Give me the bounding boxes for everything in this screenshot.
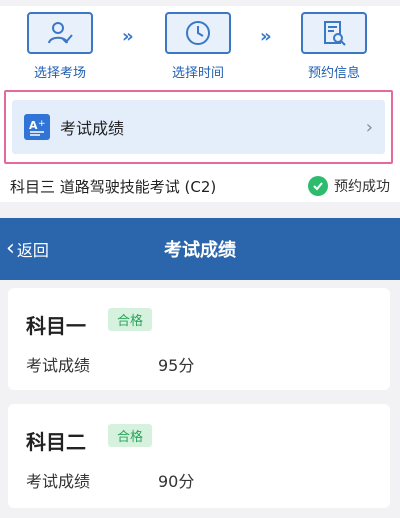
score-entry-highlight: A + 考试成绩 › bbox=[4, 90, 393, 164]
svg-text:+: + bbox=[38, 119, 46, 129]
booking-panel: 选择考场 » 选择时间 » 预约信息 A + 考试成绩 › 科目三 道路驾驶技能… bbox=[0, 0, 400, 202]
results-header: 考试成绩 ‹ 返回 bbox=[0, 218, 400, 280]
user-check-icon bbox=[27, 12, 93, 54]
step-booking-info[interactable]: 预约信息 bbox=[294, 12, 374, 81]
chevron-right-icon: › bbox=[365, 116, 373, 138]
chevron-left-icon: ‹ bbox=[6, 236, 15, 261]
result-card-subject-2: 科目二 合格 考试成绩 90分 bbox=[8, 404, 390, 508]
pass-badge: 合格 bbox=[108, 308, 153, 331]
score-entry-label: 考试成绩 bbox=[60, 119, 125, 138]
exam-info-row: 科目三 道路驾驶技能考试 (C2) 预约成功 bbox=[0, 172, 400, 200]
step-select-venue[interactable]: 选择考场 bbox=[20, 12, 100, 81]
step-separator-icon: » bbox=[122, 26, 133, 47]
score-value: 95分 bbox=[158, 356, 195, 375]
page-title: 考试成绩 bbox=[164, 240, 236, 261]
document-search-icon bbox=[301, 12, 367, 54]
clock-icon bbox=[165, 12, 231, 54]
score-label: 考试成绩 bbox=[26, 472, 91, 491]
step-label: 选择考场 bbox=[33, 66, 86, 81]
exam-title: 科目三 道路驾驶技能考试 (C2) bbox=[10, 177, 217, 196]
check-circle-icon bbox=[308, 176, 328, 196]
step-separator-icon: » bbox=[260, 26, 271, 47]
booking-status: 预约成功 bbox=[308, 176, 390, 196]
score-value: 90分 bbox=[158, 472, 195, 491]
back-label: 返回 bbox=[16, 241, 49, 260]
step-label: 选择时间 bbox=[171, 66, 224, 81]
result-card-subject-1: 科目一 合格 考试成绩 95分 bbox=[8, 288, 390, 390]
pass-badge: 合格 bbox=[108, 424, 153, 447]
top-divider bbox=[0, 0, 400, 6]
status-text: 预约成功 bbox=[334, 179, 390, 195]
score-label: 考试成绩 bbox=[26, 356, 91, 375]
exam-score-entry[interactable]: A + 考试成绩 › bbox=[12, 100, 385, 154]
subject-name: 科目一 bbox=[26, 314, 86, 338]
back-button[interactable]: ‹ 返回 bbox=[6, 218, 49, 280]
subject-name: 科目二 bbox=[26, 430, 86, 454]
step-label: 预约信息 bbox=[307, 66, 360, 81]
grade-icon: A + bbox=[24, 114, 50, 140]
svg-text:A: A bbox=[29, 119, 38, 132]
step-select-time[interactable]: 选择时间 bbox=[158, 12, 238, 81]
